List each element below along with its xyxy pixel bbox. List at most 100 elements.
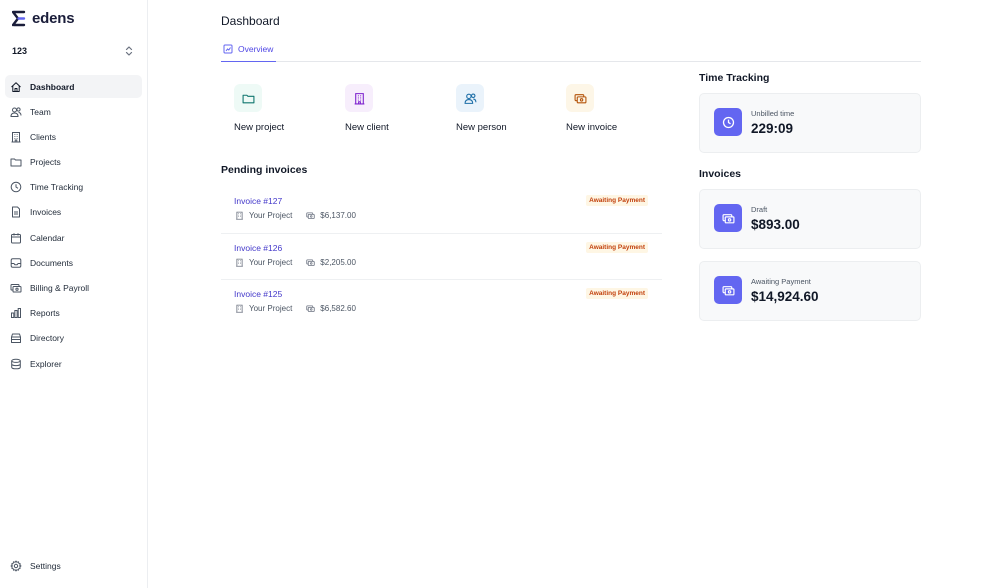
sidebar-item-label: Directory [30, 333, 65, 344]
card-icon-box [714, 204, 742, 232]
folder-icon [10, 158, 22, 167]
sidebar-item-directory[interactable]: Directory [5, 327, 142, 350]
clock-icon [722, 116, 734, 128]
action-label: New project [234, 122, 285, 133]
sidebar-item-documents[interactable]: Documents [5, 251, 142, 274]
sidebar-nav: Dashboard Team Clients Projects Time Tra… [5, 75, 142, 377]
building-icon [354, 92, 364, 104]
invoice-meta: Your Project $2,205.00 [235, 258, 356, 267]
sidebar-item-label: Time Tracking [30, 182, 84, 193]
invoice-link[interactable]: Invoice #127 [234, 196, 282, 206]
document-icon [12, 206, 20, 218]
building-icon [236, 211, 243, 220]
card-label: Draft [751, 205, 768, 214]
edens-logo-icon [12, 10, 26, 27]
cash-icon [306, 305, 315, 312]
new-client-button[interactable]: New client [345, 84, 445, 133]
users-icon [464, 93, 476, 104]
status-badge: Awaiting Payment [586, 288, 648, 299]
card-icon-box [714, 108, 742, 136]
sidebar-item-calendar[interactable]: Calendar [5, 226, 142, 249]
chart-square-icon [223, 44, 233, 53]
building-icon [11, 131, 21, 143]
building-icon [236, 258, 243, 267]
card-value: $893.00 [751, 217, 800, 232]
invoice-project: Your Project [249, 304, 293, 313]
sidebar-item-label: Projects [30, 157, 61, 168]
cash-icon [721, 213, 735, 223]
invoice-amount: $6,582.60 [320, 304, 356, 313]
status-badge: Awaiting Payment [586, 241, 648, 253]
database-icon [11, 358, 21, 369]
sidebar-item-time-tracking[interactable]: Time Tracking [5, 176, 142, 199]
cash-icon [574, 93, 586, 103]
invoice-meta: Your Project $6,137.00 [235, 211, 356, 220]
sidebar-item-label: Explorer [30, 358, 62, 369]
new-person-button[interactable]: New person [456, 84, 556, 133]
invoice-amount: $2,205.00 [320, 257, 356, 267]
sidebar-item-clients[interactable]: Clients [5, 125, 142, 148]
time-tracking-title: Time Tracking [699, 72, 770, 84]
action-icon-box [345, 84, 373, 112]
tab-overview[interactable]: Overview [221, 36, 276, 62]
action-label: New person [456, 122, 507, 133]
cash-icon [10, 284, 22, 293]
sidebar-item-label: Billing & Payroll [30, 283, 90, 293]
card-label: Unbilled time [751, 109, 795, 118]
pending-invoices-title: Pending invoices [221, 164, 308, 176]
invoice-amount: $6,137.00 [320, 211, 356, 220]
cash-icon [721, 285, 735, 295]
invoice-project: Your Project [249, 211, 293, 220]
action-icon-box [456, 84, 484, 112]
workspace-switcher[interactable]: 123 [12, 45, 134, 57]
invoice-link[interactable]: Invoice #126 [234, 243, 282, 253]
invoice-link[interactable]: Invoice #125 [234, 289, 282, 299]
gear-icon [10, 560, 22, 572]
inbox-icon [10, 258, 22, 268]
list-item: Invoice #127 Your Project $6,137.00 Awai… [221, 187, 662, 234]
archive-icon [11, 333, 21, 344]
sidebar-item-label: Reports [30, 308, 60, 319]
clock-icon [10, 181, 22, 193]
app-name: edens [32, 10, 75, 27]
new-project-button[interactable]: New project [234, 84, 334, 133]
home-icon [11, 81, 21, 92]
status-badge: Awaiting Payment [586, 195, 648, 206]
invoice-meta: Your Project $6,582.60 [235, 304, 356, 313]
sidebar-item-settings[interactable]: Settings [10, 560, 61, 572]
sidebar-item-label: Calendar [30, 232, 65, 243]
cash-icon [306, 212, 315, 219]
sidebar-item-label: Clients [30, 131, 56, 142]
sidebar-item-label: Documents [30, 257, 73, 268]
chart-bar-icon [11, 308, 21, 319]
sidebar: edens 123 Dashboard Team Clients Project… [0, 0, 148, 588]
settings-label: Settings [30, 561, 61, 571]
sidebar-item-reports[interactable]: Reports [5, 302, 142, 325]
cash-icon [306, 258, 315, 266]
new-invoice-button[interactable]: New invoice [566, 84, 666, 133]
sidebar-item-dashboard[interactable]: Dashboard [5, 75, 142, 98]
users-icon [10, 107, 22, 117]
awaiting-payment-card[interactable]: Awaiting Payment $14,924.60 [699, 261, 921, 321]
action-label: New invoice [566, 122, 618, 133]
sidebar-item-label: Invoices [30, 207, 62, 218]
unbilled-time-card[interactable]: Unbilled time 229:09 [699, 93, 921, 153]
action-icon-box [234, 84, 262, 112]
sidebar-item-invoices[interactable]: Invoices [5, 201, 142, 224]
invoice-project: Your Project [249, 257, 293, 267]
tab-bar: Overview [221, 36, 921, 62]
card-value: 229:09 [751, 121, 794, 136]
calendar-icon [11, 232, 21, 244]
sidebar-item-team[interactable]: Team [5, 100, 142, 123]
action-icon-box [566, 84, 594, 112]
list-item: Invoice #125 Your Project $6,582.60 Awai… [221, 280, 662, 327]
sidebar-item-billing-payroll[interactable]: Billing & Payroll [5, 277, 142, 300]
sidebar-item-projects[interactable]: Projects [5, 151, 142, 174]
folder-icon [242, 94, 254, 103]
sidebar-item-explorer[interactable]: Explorer [5, 352, 142, 375]
app-logo[interactable]: edens [12, 10, 75, 27]
invoices-title: Invoices [699, 168, 742, 180]
workspace-name: 123 [12, 46, 28, 56]
draft-invoices-card[interactable]: Draft $893.00 [699, 189, 921, 249]
building-icon [236, 304, 243, 313]
